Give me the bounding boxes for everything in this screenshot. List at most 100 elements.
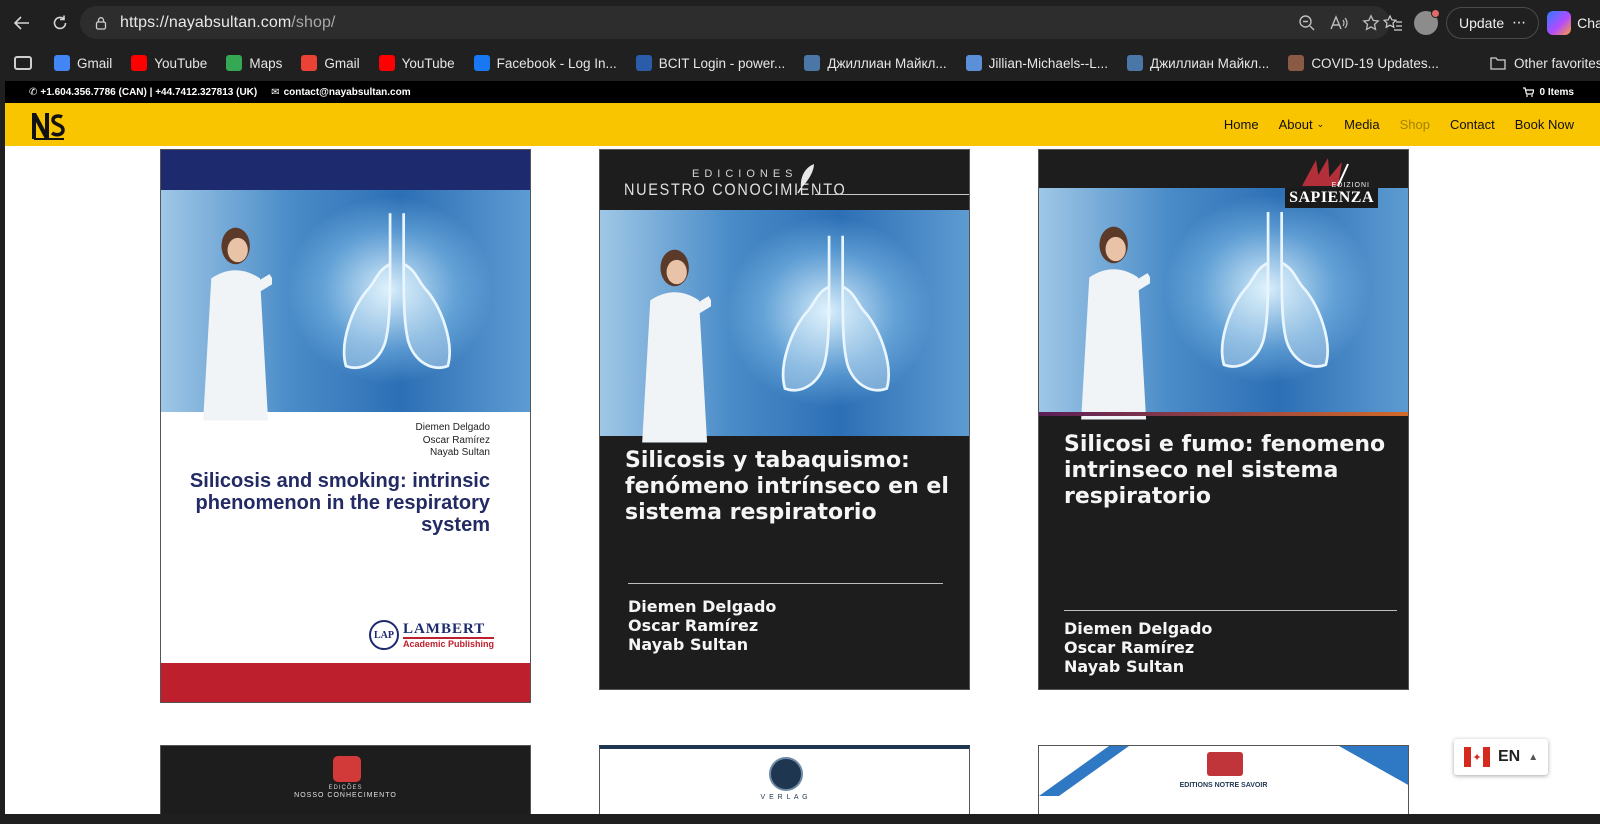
nav-item-home[interactable]: Home <box>1224 117 1259 132</box>
refresh-button[interactable] <box>44 7 76 39</box>
zoom-icon[interactable] <box>1294 10 1320 36</box>
email-info[interactable]: ✉ contact@nayabsultan.com <box>271 87 410 98</box>
divider <box>815 194 969 195</box>
cart-icon <box>1522 87 1534 97</box>
bookmark-item[interactable]: COVID-19 Updates... <box>1288 55 1439 71</box>
divider <box>1064 610 1397 611</box>
google-icon <box>54 55 70 71</box>
product-cover-french[interactable]: EDITIONS NOTRE SAVOIR <box>1038 745 1409 814</box>
verlag-logo-icon <box>769 757 803 791</box>
bookmark-label: BCIT Login - power... <box>658 55 786 71</box>
bookmark-item[interactable]: Jillian-Michaels--L... <box>965 55 1108 71</box>
address-bar[interactable]: https://nayabsultan.com/shop/ <box>80 6 1390 39</box>
bookmark-label: YouTube <box>401 55 455 71</box>
notification-dot <box>1431 8 1440 18</box>
nav-label: About <box>1278 117 1313 132</box>
author-name: Diemen Delgado <box>1064 619 1213 638</box>
copilot-label: Chat <box>1577 14 1600 31</box>
update-button[interactable]: Update ⋯ <box>1446 6 1540 39</box>
bookmark-item[interactable]: Gmail <box>301 55 360 71</box>
other-favorites-label: Other favorites <box>1514 55 1600 71</box>
language-switcher[interactable]: ✦ EN ▲ <box>1454 739 1548 775</box>
author-name: Oscar Ramírez <box>628 616 759 635</box>
nav-item-book-now[interactable]: Book Now <box>1515 117 1574 132</box>
bookmark-label: Gmail <box>324 55 360 71</box>
cart-link[interactable]: 0 Items <box>1522 81 1574 103</box>
bookmark-label: Maps <box>249 55 283 71</box>
back-button[interactable] <box>6 7 38 39</box>
bookmark-label: COVID-19 Updates... <box>1311 55 1439 71</box>
divider <box>628 583 943 584</box>
chevron-up-icon: ▲ <box>1528 751 1539 763</box>
product-cover-german[interactable]: V E R L A G <box>599 745 970 814</box>
author-name: Nayab Sultan <box>1064 657 1185 676</box>
cover-title: Silicosis and smoking: intrinsic phenome… <box>189 470 490 536</box>
bookmark-label: Gmail <box>77 55 113 71</box>
read-aloud-icon[interactable] <box>1326 10 1352 36</box>
covid-icon <box>1288 55 1305 71</box>
cover-authors: Diemen Delgado Oscar Ramírez Nayab Sulta… <box>416 422 491 460</box>
nav-item-contact[interactable]: Contact <box>1450 117 1495 132</box>
top-contact-bar: ✆ +1.604.356.7786 (CAN) | +44.7412.327813… <box>5 81 1600 103</box>
lock-icon[interactable] <box>90 12 112 34</box>
language-code: EN <box>1498 748 1521 765</box>
phone-icon: ✆ <box>29 86 38 98</box>
nav-menu: Home About ⌄ Media Shop Contact Book Now <box>1224 103 1574 146</box>
nav-label: Book Now <box>1514 117 1574 132</box>
cover-illustration <box>1039 188 1408 420</box>
bookmark-item[interactable]: Maps <box>226 55 282 71</box>
cover-illustration <box>161 190 530 421</box>
tab-actions-icon[interactable] <box>14 56 32 70</box>
cover-title: Silicosis y tabaquismo: fenómeno intríns… <box>625 448 949 525</box>
cover-authors: Diemen Delgado Oscar Ramírez Nayab Sulta… <box>1064 619 1212 676</box>
author-name: Nayab Sultan <box>628 635 749 654</box>
other-favorites[interactable]: Other favorites <box>1490 45 1600 81</box>
copilot-button[interactable]: Chat <box>1547 10 1600 35</box>
product-cover-italian[interactable]: EDIZIONI SAPIENZA Silicosi e fumo: fenom… <box>1038 149 1409 690</box>
canada-flag-icon: ✦ <box>1464 747 1490 767</box>
cover-top-band <box>161 150 530 190</box>
doctor-graphic <box>641 249 711 443</box>
nav-item-media[interactable]: Media <box>1344 117 1379 132</box>
product-cover-portuguese[interactable]: EDIÇÕES NOSSO CONHECIMENTO <box>160 745 531 814</box>
profile-avatar[interactable] <box>1414 8 1440 35</box>
author-name: Oscar Ramírez <box>1064 638 1195 657</box>
bookmark-item[interactable]: YouTube <box>378 55 455 71</box>
chevron-down-icon: ⌄ <box>1316 119 1325 129</box>
site-logo[interactable] <box>29 109 69 141</box>
publisher-logo: LAP LAMBERT Academic Publishing <box>368 620 494 650</box>
quill-logo-icon <box>333 756 361 782</box>
author-name: Oscar Ramírez <box>422 434 490 446</box>
bookmark-item[interactable]: Джиллиан Майкл... <box>1126 55 1269 71</box>
maps-icon <box>226 55 243 71</box>
nav-label: Shop <box>1399 117 1430 132</box>
bcit-icon <box>635 55 652 71</box>
product-cover-english[interactable]: Diemen Delgado Oscar Ramírez Nayab Sulta… <box>160 149 531 703</box>
nav-label: Contact <box>1449 117 1495 132</box>
author-name: Diemen Delgado <box>415 422 491 433</box>
facebook-icon <box>473 55 490 71</box>
doctor-graphic <box>202 227 272 421</box>
nav-item-shop[interactable]: Shop <box>1400 117 1430 132</box>
bookmark-item[interactable]: Gmail <box>54 55 112 71</box>
bookmark-item[interactable]: Facebook - Log In... <box>473 55 617 71</box>
url-host: https://nayabsultan.com <box>120 13 292 31</box>
nav-item-about[interactable]: About ⌄ <box>1279 117 1325 132</box>
video-icon <box>965 55 982 71</box>
lap-mark: LAP <box>368 620 399 650</box>
youtube-icon <box>378 55 395 71</box>
lungs-graphic <box>343 213 452 370</box>
favorites-list-icon[interactable] <box>1380 10 1406 36</box>
url-text[interactable]: https://nayabsultan.com/shop/ <box>120 14 335 32</box>
back-arrow-icon <box>13 15 29 30</box>
copilot-icon <box>1547 10 1572 35</box>
lungs-graphic <box>1221 212 1330 369</box>
nav-label: Home <box>1223 117 1259 132</box>
bookmark-item[interactable]: YouTube <box>131 55 207 71</box>
cover-authors: Diemen Delgado Oscar Ramírez Nayab Sulta… <box>628 597 776 654</box>
phone-info[interactable]: ✆ +1.604.356.7786 (CAN) | +44.7412.327813… <box>29 87 257 98</box>
product-cover-spanish[interactable]: EDICIONES NUESTRO CONOCIMIENTO Silicosis… <box>599 149 970 690</box>
youtube-icon <box>131 55 148 71</box>
bookmark-item[interactable]: Джиллиан Майкл... <box>804 55 947 71</box>
bookmark-item[interactable]: BCIT Login - power... <box>635 55 786 71</box>
